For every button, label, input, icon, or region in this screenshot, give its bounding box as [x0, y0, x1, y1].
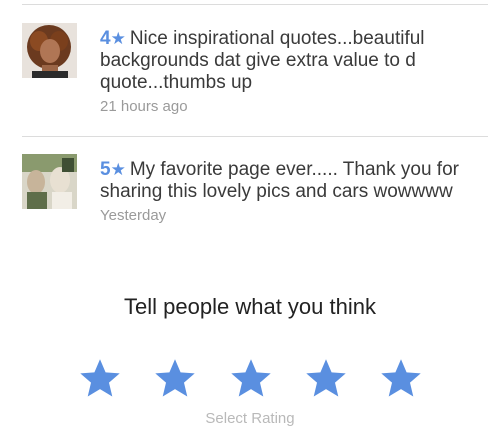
review-text: 4★ Nice inspirational quotes...beautiful …	[100, 28, 485, 94]
rating-star-3[interactable]	[229, 356, 273, 400]
review-timestamp: 21 hours ago	[100, 98, 188, 115]
review-divider	[22, 136, 488, 137]
review-text: 5★ My favorite page ever..... Thank you f…	[100, 159, 485, 203]
review-star-count: 5	[100, 159, 111, 180]
rating-star-4[interactable]	[304, 356, 348, 400]
rating-prompt: Tell people what you think	[124, 294, 376, 319]
review-timestamp: Yesterday	[100, 207, 167, 224]
rating-stars	[78, 356, 423, 400]
star-icon	[80, 359, 120, 397]
review-body: 5★ My favorite page ever..... Thank you f…	[100, 159, 485, 224]
reviewer-avatar	[22, 23, 77, 78]
reviewer-avatar	[22, 154, 77, 209]
star-icon	[230, 359, 271, 397]
review-comment: Nice inspirational quotes...beautiful ba…	[100, 28, 425, 93]
reviews-screen: 4★ Nice inspirational quotes...beautiful …	[0, 0, 500, 447]
top-divider	[22, 4, 488, 5]
star-icon: ★	[110, 29, 126, 48]
rating-star-2[interactable]	[153, 356, 197, 400]
review-body: 4★ Nice inspirational quotes...beautiful …	[100, 28, 485, 115]
review-comment: My favorite page ever..... Thank you for…	[100, 159, 459, 202]
rating-star-5[interactable]	[379, 356, 423, 400]
rating-star-1[interactable]	[78, 356, 122, 400]
star-icon	[381, 359, 421, 397]
star-icon: ★	[110, 160, 126, 179]
star-icon	[155, 359, 195, 397]
review-star-count: 4	[100, 28, 111, 49]
select-rating-hint: Select Rating	[205, 410, 295, 427]
star-icon	[306, 359, 346, 397]
